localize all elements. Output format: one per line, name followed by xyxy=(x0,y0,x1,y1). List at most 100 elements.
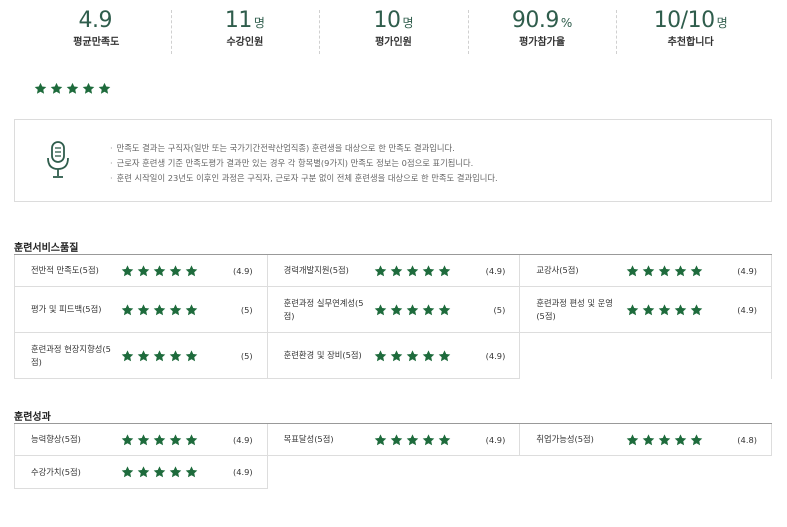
stat-average-satisfaction: 4.9 평균만족도 xyxy=(22,6,171,56)
rating-item-name: 수강가치(5점) xyxy=(31,466,81,477)
star-icon xyxy=(121,264,134,277)
star-icon xyxy=(658,303,671,316)
stat-label: 평가인원 xyxy=(375,37,412,48)
stat-label: 평가참가율 xyxy=(519,37,566,48)
rating-item: 훈련과정 편성 및 운영(5점) (4.9) xyxy=(519,287,772,333)
star-icon xyxy=(153,264,166,277)
star-icon xyxy=(34,82,47,95)
notice-line: 만족도 결과는 구직자(일반 또는 국가기간전략산업직종) 훈련생을 대상으로 … xyxy=(110,141,498,156)
star-icon xyxy=(658,264,671,277)
training-outcome-grid: 능력향상(5점) (4.9) 목표달성(5점) (4.9) 취업가능성(5점) … xyxy=(14,423,772,489)
rating-stars xyxy=(374,264,451,277)
rating-item: 전반적 만족도(5점) (4.9) xyxy=(14,255,267,287)
star-icon xyxy=(690,303,703,316)
rating-item: 수강가치(5점) (4.9) xyxy=(14,456,267,489)
rating-item: 교강사(5점) (4.9) xyxy=(519,255,772,287)
rating-item-name: 경력개발지원(5점) xyxy=(283,265,349,275)
stat-value: 11 xyxy=(224,8,253,33)
star-icon xyxy=(185,433,198,446)
rating-stars xyxy=(626,303,703,316)
rating-item-name: 목표달성(5점) xyxy=(283,434,334,444)
rating-item-name: 전반적 만족도(5점) xyxy=(31,265,99,275)
stat-participation-rate: 90.9% 평가참가율 xyxy=(467,6,617,56)
star-icon xyxy=(185,466,198,479)
notice-list: 만족도 결과는 구직자(일반 또는 국가기간전략산업직종) 훈련생을 대상으로 … xyxy=(110,141,498,186)
stat-label: 평균만족도 xyxy=(73,37,120,48)
rating-item-name: 훈련과정 현장지향성(5점) xyxy=(31,343,111,367)
rating-score: (5) xyxy=(493,304,506,315)
section-title-service-quality: 훈련서비스품질 xyxy=(14,243,79,254)
star-icon xyxy=(422,264,435,277)
star-icon xyxy=(674,264,687,277)
star-icon xyxy=(690,264,703,277)
star-icon xyxy=(438,433,451,446)
rating-score: (4.9) xyxy=(232,265,253,276)
star-icon xyxy=(169,349,182,362)
star-icon xyxy=(153,303,166,316)
rating-item: 훈련과정 실무연계성(5점) (5) xyxy=(266,287,520,333)
star-icon xyxy=(153,349,166,362)
star-icon xyxy=(690,433,703,446)
star-icon xyxy=(374,303,387,316)
stat-enrolled: 11 명 수강인원 xyxy=(170,6,320,56)
star-icon xyxy=(153,433,166,446)
star-icon xyxy=(137,264,150,277)
star-icon xyxy=(137,433,150,446)
star-icon xyxy=(121,433,134,446)
rating-item: 경력개발지원(5점) (4.9) xyxy=(266,255,520,287)
stat-unit: 명 xyxy=(716,16,728,30)
star-icon xyxy=(82,82,95,95)
rating-item-name: 훈련과정 실무연계성(5점) xyxy=(283,297,364,321)
stat-value: 10 xyxy=(373,8,401,33)
rating-score: (5) xyxy=(240,350,253,361)
rating-score: (4.9) xyxy=(485,350,506,361)
stat-recommend: 10/10 명 추천합니다 xyxy=(616,6,765,56)
star-icon xyxy=(626,433,639,446)
star-icon xyxy=(626,303,639,316)
star-icon xyxy=(422,349,435,362)
rating-stars xyxy=(374,433,451,446)
microphone-icon xyxy=(47,141,69,178)
rating-item-name: 교강사(5점) xyxy=(536,265,579,275)
star-icon xyxy=(406,264,419,277)
star-icon xyxy=(169,466,182,479)
star-icon xyxy=(153,466,166,479)
star-icon xyxy=(642,264,655,277)
rating-score: (4.8) xyxy=(737,434,757,445)
stat-unit: 명 xyxy=(253,16,265,30)
star-icon xyxy=(169,303,182,316)
star-icon xyxy=(185,264,198,277)
star-icon xyxy=(422,433,435,446)
star-icon xyxy=(658,433,671,446)
star-icon xyxy=(674,433,687,446)
rating-score: (4.9) xyxy=(232,467,253,477)
section-title-training-outcome: 훈련성과 xyxy=(14,412,51,423)
rating-score: (4.9) xyxy=(485,265,506,276)
stat-value: 10/10 xyxy=(653,8,715,33)
star-icon xyxy=(406,433,419,446)
rating-stars xyxy=(626,433,703,446)
star-icon xyxy=(406,349,419,362)
star-icon xyxy=(185,303,198,316)
empty-cell xyxy=(266,456,520,489)
rating-item-name: 훈련환경 및 장비(5점) xyxy=(283,350,362,360)
star-icon xyxy=(121,349,134,362)
notice-line: 근로자 훈련생 기준 만족도평가 결과만 있는 경우 각 항목별(9가지) 만족… xyxy=(110,156,498,171)
stat-value: 4.9 xyxy=(78,8,113,33)
stat-label: 수강인원 xyxy=(226,37,264,48)
star-icon xyxy=(674,303,687,316)
star-icon xyxy=(626,264,639,277)
star-icon xyxy=(169,433,182,446)
stat-evaluators: 10 명 평가인원 xyxy=(319,6,468,56)
rating-stars xyxy=(626,264,703,277)
notice-box: 만족도 결과는 구직자(일반 또는 국가기간전략산업직종) 훈련생을 대상으로 … xyxy=(14,119,772,202)
empty-cell xyxy=(519,456,772,489)
rating-score: (5) xyxy=(240,304,253,315)
rating-item: 훈련환경 및 장비(5점) (4.9) xyxy=(266,333,520,379)
rating-stars xyxy=(121,303,198,316)
star-icon xyxy=(169,264,182,277)
star-icon xyxy=(98,82,111,95)
star-icon xyxy=(50,82,63,95)
rating-score: (4.9) xyxy=(485,434,506,445)
star-icon xyxy=(642,433,655,446)
